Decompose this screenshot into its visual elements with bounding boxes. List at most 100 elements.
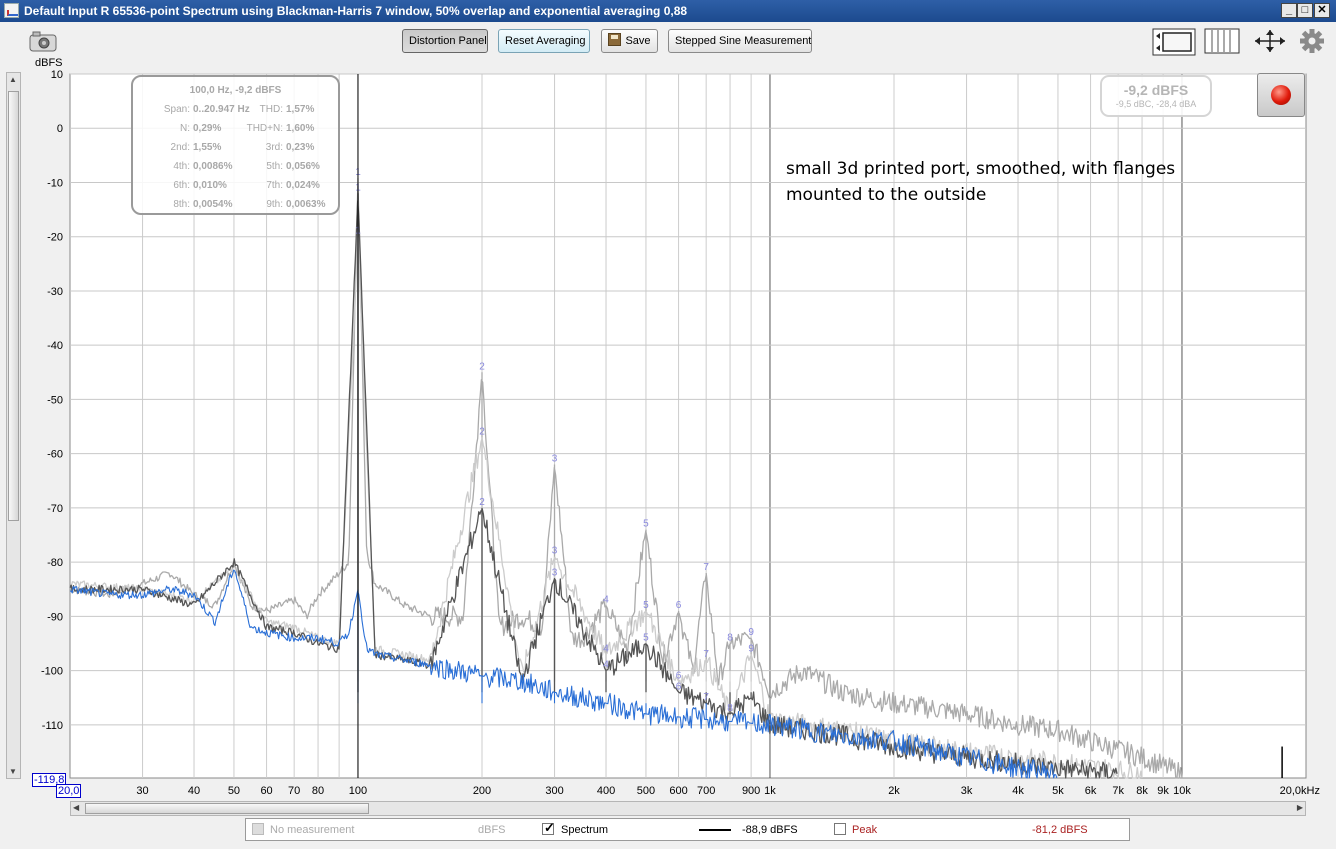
info-heading: 100,0 Hz, -9,2 dBFS bbox=[189, 85, 282, 96]
x-tick-label: 500 bbox=[637, 785, 655, 797]
x-tick-label: 6k bbox=[1085, 785, 1097, 797]
x-tick-label: 200 bbox=[473, 785, 491, 797]
x-tick-label: 10k bbox=[1173, 785, 1191, 797]
legend-spectrum-swatch bbox=[699, 829, 731, 831]
info-value: 0,0086% bbox=[193, 161, 233, 172]
spectrum-checkbox[interactable] bbox=[542, 820, 555, 836]
x-tick-label: 4k bbox=[1012, 785, 1024, 797]
info-key: THD+N: bbox=[246, 123, 283, 134]
x-tick-label: 700 bbox=[697, 785, 715, 797]
x-tick-label: 40 bbox=[188, 785, 200, 797]
x-tick-label: 50 bbox=[228, 785, 240, 797]
y-tick-label: -20 bbox=[47, 232, 63, 244]
x-tick-label: 9k bbox=[1157, 785, 1169, 797]
harmonic-label: 8 bbox=[727, 703, 733, 714]
y-tick-label: -110 bbox=[42, 720, 63, 732]
harmonic-label: 4 bbox=[603, 595, 609, 606]
harmonic-label: 6 bbox=[676, 670, 682, 681]
x-tick-label: 30 bbox=[136, 785, 148, 797]
info-value: 0,23% bbox=[286, 142, 315, 153]
y-tick-label: -40 bbox=[47, 340, 63, 352]
y-tick-label: -50 bbox=[47, 394, 63, 406]
harmonic-label: 5 bbox=[643, 519, 649, 530]
info-key: 7th: bbox=[266, 180, 283, 191]
info-key: THD: bbox=[259, 104, 283, 115]
info-value: 1,57% bbox=[286, 104, 315, 115]
legend-no-measurement-label: No measurement bbox=[270, 824, 355, 836]
info-key: 2nd: bbox=[170, 142, 190, 153]
info-key: 8th: bbox=[173, 199, 190, 210]
y-tick-label: -10 bbox=[47, 177, 63, 189]
info-key: 9th: bbox=[266, 199, 283, 210]
info-key: Span: bbox=[163, 104, 190, 115]
y-tick-label: 10 bbox=[51, 69, 63, 81]
harmonic-label: 6 bbox=[676, 600, 682, 611]
y-tick-label: -80 bbox=[47, 557, 63, 569]
x-tick-label: 2k bbox=[888, 785, 900, 797]
harmonic-label: 3 bbox=[552, 546, 558, 557]
info-value: 0,010% bbox=[193, 180, 227, 191]
info-value: 0,024% bbox=[286, 180, 320, 191]
harmonic-label: 7 bbox=[703, 692, 709, 703]
annotation-line: mounted to the outside bbox=[786, 185, 987, 205]
info-key: 6th: bbox=[173, 180, 190, 191]
y-tick-label: -70 bbox=[47, 503, 63, 515]
harmonic-label: 2 bbox=[479, 426, 485, 437]
legend-bar: No measurement dBFS Spectrum -88,9 dBFS … bbox=[245, 818, 1130, 841]
info-value: 1,55% bbox=[193, 142, 222, 153]
harmonic-label: 7 bbox=[703, 562, 709, 573]
legend-spectrum-value: -88,9 dBFS bbox=[742, 824, 798, 836]
harmonic-label: 5 bbox=[643, 600, 649, 611]
info-key: 5th: bbox=[266, 161, 283, 172]
info-value: 0,0054% bbox=[193, 199, 233, 210]
x-tick-label: 20,0kHz bbox=[1280, 785, 1320, 797]
level-sub: -9,5 dBC, -28,4 dBA bbox=[1115, 99, 1197, 109]
y-tick-label: -100 bbox=[41, 666, 63, 678]
info-value: 0..20.947 Hz bbox=[193, 104, 250, 115]
info-value: 0,056% bbox=[286, 161, 320, 172]
info-key: N: bbox=[180, 123, 190, 134]
harmonic-label: 2 bbox=[479, 361, 485, 372]
info-key: 3rd: bbox=[265, 142, 283, 153]
x-tick-label: 900 bbox=[742, 785, 760, 797]
harmonic-label: 8 bbox=[727, 632, 733, 643]
x-tick-label: 600 bbox=[669, 785, 687, 797]
y-tick-label: -30 bbox=[47, 286, 63, 298]
harmonic-label: 6 bbox=[676, 681, 682, 692]
y-tick-label: 0 bbox=[57, 123, 63, 135]
distortion-info-box: 100,0 Hz, -9,2 dBFS Span: 0..20.947 Hz THD… bbox=[131, 75, 340, 215]
x-tick-label: 400 bbox=[597, 785, 615, 797]
info-value: 0,29% bbox=[193, 123, 222, 134]
x-tick-label: 70 bbox=[288, 785, 300, 797]
info-key: 4th: bbox=[173, 161, 190, 172]
peak-checkbox[interactable] bbox=[834, 823, 846, 835]
harmonic-label: 3 bbox=[552, 454, 558, 465]
info-value: 0,0063% bbox=[286, 199, 326, 210]
annotation-line: small 3d printed port, smoothed, with fl… bbox=[786, 159, 1176, 179]
legend-no-measurement-unit: dBFS bbox=[478, 824, 506, 836]
info-value: 1,60% bbox=[286, 123, 315, 134]
x-tick-label: 1k bbox=[764, 785, 776, 797]
legend-peak-value: -81,2 dBFS bbox=[1032, 824, 1088, 836]
harmonic-label: 9 bbox=[748, 643, 754, 654]
x-tick-label: 7k bbox=[1112, 785, 1124, 797]
no-measurement-checkbox bbox=[252, 823, 264, 835]
x-tick-label: 100 bbox=[349, 785, 367, 797]
harmonic-label: 5 bbox=[643, 632, 649, 643]
legend-spectrum-label: Spectrum bbox=[561, 824, 609, 836]
record-button[interactable] bbox=[1257, 73, 1305, 117]
x-tick-label: 3k bbox=[961, 785, 973, 797]
harmonic-label: 4 bbox=[603, 660, 609, 671]
y-tick-label: -60 bbox=[47, 449, 63, 461]
harmonic-label: 3 bbox=[552, 567, 558, 578]
level-readout: -9,2 dBFS -9,5 dBC, -28,4 dBA bbox=[1100, 75, 1212, 117]
x-tick-label: 5k bbox=[1052, 785, 1064, 797]
harmonic-label: 2 bbox=[479, 497, 485, 508]
x-tick-label: 80 bbox=[312, 785, 324, 797]
x-tick-label: 60 bbox=[260, 785, 272, 797]
legend-peak-label: Peak bbox=[852, 824, 878, 836]
y-tick-label: -90 bbox=[47, 611, 63, 623]
harmonic-label: 9 bbox=[748, 627, 754, 638]
level-main: -9,2 dBFS bbox=[1123, 82, 1189, 98]
record-led-icon bbox=[1271, 85, 1291, 105]
